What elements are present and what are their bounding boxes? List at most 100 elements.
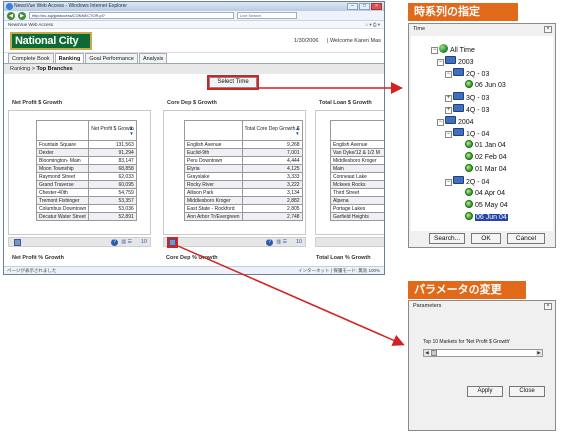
help-icon[interactable]: ?: [266, 239, 273, 246]
tree-node-01-jan-04[interactable]: 01 Jan 04: [465, 140, 506, 151]
row-name: Third Street: [330, 188, 384, 197]
row-name: Decatur Water Street: [35, 212, 90, 221]
slider-left-arrow-icon[interactable]: ◀: [424, 350, 430, 356]
row-name: Raymond Street: [35, 172, 90, 181]
panel-footer: ? ▥ ☰ 10: [8, 237, 151, 247]
name-column-header: [184, 120, 243, 141]
top-n-slider[interactable]: ◀ ▶: [423, 349, 543, 357]
tree-node-05-may-04[interactable]: 05 May 04: [465, 200, 508, 211]
row-name: Conneaut Lake: [330, 172, 384, 181]
value-column-header[interactable]: ▲ ▼ Net Profit $ Growth: [88, 120, 137, 141]
tree-node-01-mar-04[interactable]: 01 Mar 04: [465, 164, 507, 175]
toolbar-icons[interactable]: ⌂ ▾ ⎙ ▾: [365, 21, 380, 29]
tree-node-1q-04[interactable]: −1Q - 04: [445, 128, 489, 139]
row-value: 4,125: [241, 164, 303, 173]
slider-thumb[interactable]: [431, 350, 437, 356]
tree-node-all-time[interactable]: − All Time: [431, 44, 475, 55]
tree-node-02-feb-04[interactable]: 02 Feb 04: [465, 152, 507, 163]
panel-total-loan: Total Loan $ Growth English Avenue Van D…: [313, 100, 384, 250]
expand-icon[interactable]: +: [445, 95, 452, 102]
row-name: Main: [330, 164, 384, 173]
close-button[interactable]: Close: [509, 386, 545, 397]
maximize-button[interactable]: □: [359, 3, 370, 10]
tab-goal-performance[interactable]: Goal Performance: [85, 53, 138, 63]
collapse-icon[interactable]: −: [445, 131, 452, 138]
slider-right-arrow-icon[interactable]: ▶: [536, 350, 542, 356]
breadcrumb-current: Top Branches: [36, 66, 73, 72]
table-row: Alpena: [330, 196, 384, 205]
day-icon: [465, 152, 473, 160]
collapse-icon[interactable]: −: [445, 71, 452, 78]
panel-body: English Avenue Van Dyke/12 & 1/2 M Middl…: [315, 110, 384, 235]
status-text: ページが表示されました: [7, 268, 57, 273]
expand-icon[interactable]: +: [445, 107, 452, 114]
tree-node-2004[interactable]: −2004: [437, 116, 474, 127]
help-icon[interactable]: ?: [111, 239, 118, 246]
close-icon[interactable]: ×: [544, 26, 552, 33]
tab-ranking[interactable]: Ranking: [54, 53, 85, 63]
collapse-icon[interactable]: −: [437, 59, 444, 66]
browser-window: NewsVue Web Access - Windows Internet Ex…: [3, 1, 385, 275]
row-name: Euclid-9th: [184, 148, 243, 157]
cancel-button[interactable]: Cancel: [507, 233, 545, 244]
main-tabs: Complete Book Ranking Goal Performance A…: [4, 53, 384, 64]
table-row: Raymond Street 62,033: [35, 172, 137, 181]
ranking-table: English Avenue Van Dyke/12 & 1/2 M Middl…: [330, 120, 384, 221]
breadcrumb-root[interactable]: Ranking: [10, 66, 30, 72]
forward-arrow-icon[interactable]: ▶: [18, 11, 26, 20]
selected-date[interactable]: 06 Jun 04: [475, 214, 508, 221]
folder-icon: [453, 92, 464, 100]
parameter-prompt: Top 10 Markets for 'Net Profit $ Growth': [423, 339, 511, 345]
table-row: Bloomington- Main 83,147: [35, 156, 137, 165]
time-dialog: Time × − All Time −2003 −2Q - 03 06 Jun 0…: [408, 23, 556, 248]
ranking-panels: Net Profit $ Growth ▲ ▼ Net Profit $ Growt…: [4, 100, 384, 265]
collapse-icon[interactable]: −: [431, 47, 438, 54]
row-name: Grayslake: [184, 172, 243, 181]
favorite-tab[interactable]: NewsVue Web Access: [8, 22, 53, 27]
minimize-button[interactable]: –: [347, 3, 358, 10]
app-header: National City 1/30/2006 | Welcome Karen …: [4, 29, 384, 53]
row-name: English Avenue: [184, 140, 243, 149]
folder-icon: [453, 128, 464, 136]
table-row: Moon Township 68,858: [35, 164, 137, 173]
top-n-count[interactable]: 10: [141, 239, 147, 245]
value-column-header[interactable]: ▲ ▼ Total Core Dep Growth $: [241, 120, 303, 141]
parameters-icon[interactable]: [167, 237, 178, 248]
row-value: 2,805: [241, 204, 303, 213]
search-button[interactable]: Search...: [429, 233, 465, 244]
apply-button[interactable]: Apply: [467, 386, 503, 397]
calendar-icon[interactable]: [14, 239, 21, 246]
address-bar: ◀ ▶ http://nc-sql/jpeaccess/CONNECTOR.pl…: [4, 11, 384, 21]
tree-node-06-jun-04[interactable]: 06 Jun 04: [465, 212, 508, 223]
ok-button[interactable]: OK: [471, 233, 501, 244]
tree-node-2003[interactable]: −2003: [437, 56, 474, 67]
collapse-icon[interactable]: −: [445, 179, 452, 186]
row-name: Middlesboro Kroger: [330, 156, 384, 165]
list-icon[interactable]: ▥ ☰: [121, 239, 132, 245]
day-icon: [465, 200, 473, 208]
ranking-table: ▲ ▼ Net Profit $ Growth Fountain Square 131…: [35, 120, 137, 221]
live-search-input[interactable]: Live Search: [237, 12, 297, 19]
collapse-icon[interactable]: −: [437, 119, 444, 126]
select-time-button[interactable]: Select Time: [207, 75, 259, 90]
tree-node-2q-04[interactable]: −2Q - 04: [445, 176, 489, 187]
tree-node-2q-03[interactable]: −2Q - 03: [445, 68, 489, 79]
tree-node-04-apr-04[interactable]: 04 Apr 04: [465, 188, 505, 199]
close-icon[interactable]: ×: [544, 303, 552, 310]
back-arrow-icon[interactable]: ◀: [7, 11, 15, 20]
panel-title: Total Loan $ Growth: [319, 100, 372, 106]
table-row: Elyria 4,125: [184, 164, 303, 173]
table-row: Third Street: [330, 188, 384, 197]
tab-complete-book[interactable]: Complete Book: [8, 53, 54, 63]
url-input[interactable]: http://nc-sql/jpeaccess/CONNECTOR.pl?: [29, 12, 234, 19]
tab-analysis[interactable]: Analysis: [138, 53, 168, 63]
row-value: 68,858: [88, 164, 137, 173]
folder-icon: [445, 56, 456, 64]
panel-body: ▲ ▼ Total Core Dep Growth $ English Avenue…: [163, 110, 306, 235]
list-icon[interactable]: ▥ ☰: [276, 239, 287, 245]
tree-node-06-jun-03[interactable]: 06 Jun 03: [465, 80, 506, 91]
tree-node-4q-03[interactable]: +4Q - 03: [445, 104, 489, 115]
tree-node-3q-03[interactable]: +3Q - 03: [445, 92, 489, 103]
close-button[interactable]: ×: [371, 3, 382, 10]
top-n-count[interactable]: 10: [296, 239, 302, 245]
